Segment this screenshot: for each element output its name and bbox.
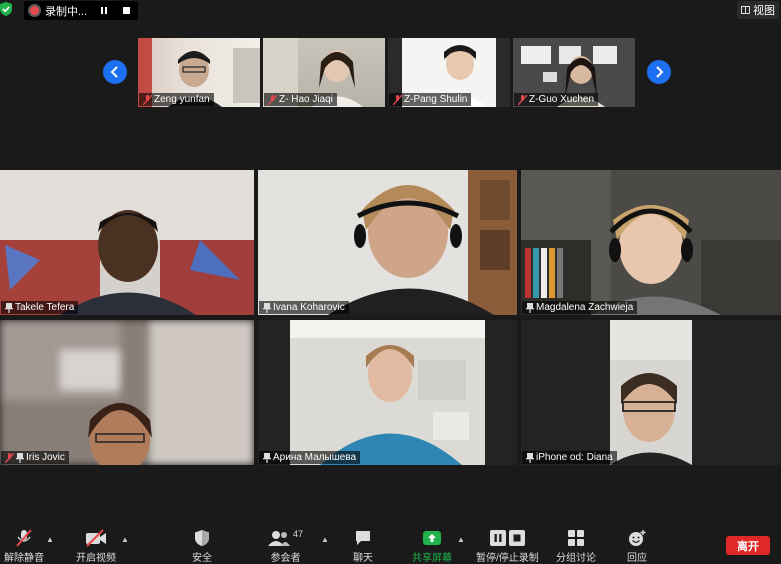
participant-nametag: iPhone od: Diana (522, 451, 617, 464)
breakout-rooms-icon (568, 530, 584, 546)
participants-button[interactable]: 47 参会者 (268, 529, 303, 564)
pause-stop-recording-label: 暂停/停止录制 (476, 553, 539, 564)
share-screen-label: 共享屏幕 (412, 553, 452, 564)
participant-video (258, 320, 517, 465)
share-screen-button[interactable]: 共享屏幕 (412, 529, 452, 564)
unmute-button[interactable]: 解除静音 (4, 529, 44, 564)
participants-options-caret-icon[interactable]: ▲ (321, 535, 329, 544)
stop-recording-icon[interactable] (123, 7, 130, 14)
gallery-thumb[interactable]: Zeng yunfan (138, 38, 260, 107)
participant-name: Z-Pang Shulin (404, 94, 468, 105)
reactions-label: 回应 (627, 553, 647, 564)
start-video-label: 开启视频 (76, 553, 116, 564)
breakout-rooms-button[interactable]: 分组讨论 (556, 529, 596, 564)
participant-video (521, 170, 781, 315)
recording-indicator: 录制中... (24, 1, 138, 20)
security-label: 安全 (192, 553, 212, 564)
participant-name: Magdalena Zachwieja (536, 302, 634, 313)
reaction-emoji-icon (629, 530, 646, 546)
view-grid-icon (741, 6, 750, 14)
view-button[interactable]: 视图 (737, 1, 779, 19)
video-tile[interactable]: Ivana Koharovic (258, 170, 517, 315)
participant-video (0, 170, 254, 315)
breakout-rooms-label: 分组讨论 (556, 553, 596, 564)
participants-count: 47 (293, 529, 304, 539)
video-off-icon (86, 529, 106, 547)
participant-name: iPhone od: Diana (536, 452, 613, 463)
pin-icon (16, 452, 24, 463)
recording-label: 录制中... (45, 5, 88, 18)
meeting-toolbar: 解除静音 ▲ 开启视频 ▲ 安全 47 参会者 ▲ 聊天 共享屏幕 ▲ 暂停/停… (0, 526, 781, 564)
muted-mic-icon (5, 452, 14, 463)
video-tile[interactable]: Iris Jovic (0, 320, 254, 465)
participants-label: 参会者 (270, 553, 301, 564)
recording-dot-icon (30, 6, 39, 15)
participant-nametag: Арина Малышева (259, 451, 361, 464)
muted-mic-icon (143, 94, 152, 105)
mic-muted-icon (16, 529, 32, 547)
participant-nametag: Z-Pang Shulin (389, 93, 472, 106)
participant-nametag: Z-Guo Xuchen (514, 93, 599, 106)
pause-recording-icon[interactable] (101, 7, 107, 14)
pin-icon (526, 302, 534, 313)
leave-label: 离开 (737, 540, 759, 553)
pause-stop-recording-button[interactable]: 暂停/停止录制 (476, 529, 539, 564)
participant-video (258, 170, 517, 315)
gallery-thumb[interactable]: Z-Pang Shulin (388, 38, 510, 107)
participant-video (521, 320, 781, 465)
unmute-label: 解除静音 (4, 553, 44, 564)
chevron-left-icon (110, 66, 118, 78)
reactions-button[interactable]: 回应 (627, 529, 647, 564)
chevron-right-icon (656, 66, 664, 78)
gallery-thumb[interactable]: Z- Hao Jiaqi (263, 38, 385, 107)
participant-nametag: Ivana Koharovic (259, 301, 349, 314)
video-tile[interactable]: Magdalena Zachwieja (521, 170, 781, 315)
participant-nametag: Magdalena Zachwieja (522, 301, 638, 314)
participant-name: Zeng yunfan (154, 94, 210, 105)
share-options-caret-icon[interactable]: ▲ (457, 535, 465, 544)
view-label: 视图 (753, 5, 775, 17)
pause-icon (489, 530, 506, 546)
muted-mic-icon (518, 94, 527, 105)
gallery-prev-button[interactable] (103, 60, 127, 84)
pin-icon (526, 452, 534, 463)
start-video-button[interactable]: 开启视频 (76, 529, 116, 564)
participant-name: Iris Jovic (26, 452, 65, 463)
video-tile[interactable]: iPhone od: Diana (521, 320, 781, 465)
stop-icon (508, 530, 525, 546)
video-tile[interactable]: Арина Малышева (258, 320, 517, 465)
pin-icon (263, 452, 271, 463)
participant-name: Takele Tefera (15, 302, 75, 313)
participant-name: Z-Guo Xuchen (529, 94, 595, 105)
muted-mic-icon (393, 94, 402, 105)
participant-nametag: Iris Jovic (1, 451, 69, 464)
chat-button[interactable]: 聊天 (353, 529, 373, 564)
participant-nametag: Zeng yunfan (139, 93, 214, 106)
chat-icon (356, 531, 370, 545)
video-tile[interactable]: Takele Tefera (0, 170, 254, 315)
pin-icon (5, 302, 13, 313)
participants-icon (268, 531, 290, 546)
audio-options-caret-icon[interactable]: ▲ (46, 535, 54, 544)
share-screen-icon (423, 531, 441, 545)
pin-icon (263, 302, 271, 313)
participant-name: Ivana Koharovic (273, 302, 345, 313)
participant-name: Z- Hao Jiaqi (279, 94, 333, 105)
participant-video (0, 320, 254, 465)
participant-nametag: Takele Tefera (1, 301, 79, 314)
shield-icon (195, 530, 209, 546)
gallery-next-button[interactable] (647, 60, 671, 84)
security-shield-icon (0, 2, 12, 16)
gallery-thumb[interactable]: Z-Guo Xuchen (513, 38, 635, 107)
leave-meeting-button[interactable]: 离开 (726, 536, 770, 555)
participant-nametag: Z- Hao Jiaqi (264, 93, 337, 106)
muted-mic-icon (268, 94, 277, 105)
security-button[interactable]: 安全 (192, 529, 212, 564)
participant-name: Арина Малышева (273, 452, 357, 463)
video-options-caret-icon[interactable]: ▲ (121, 535, 129, 544)
chat-label: 聊天 (353, 553, 373, 564)
